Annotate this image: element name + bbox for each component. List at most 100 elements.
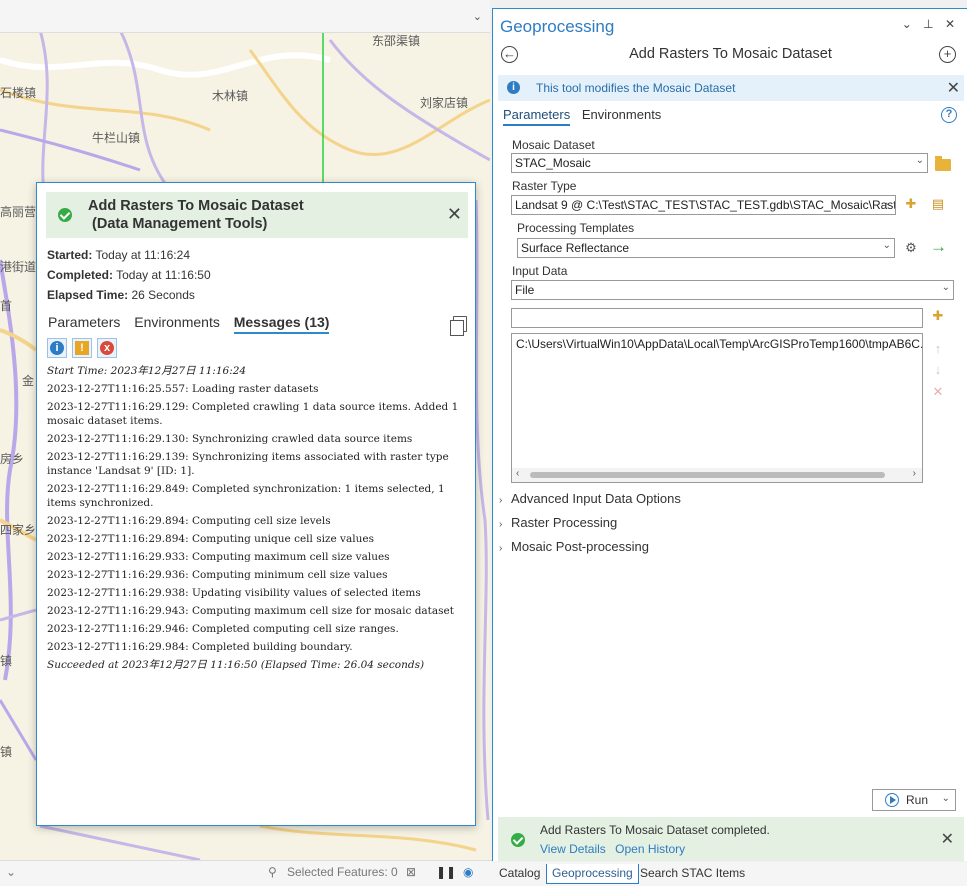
messages-list: Start Time: 2023年12月27日 11:16:24 2023-12… bbox=[47, 364, 471, 676]
run-button[interactable]: Run ⌄ bbox=[872, 789, 956, 811]
function-editor-icon[interactable]: ⚙ bbox=[903, 240, 919, 256]
completion-text: Add Rasters To Mosaic Dataset completed. bbox=[540, 823, 770, 837]
section-mosaic-post-processing[interactable]: › Mosaic Post-processing bbox=[499, 539, 649, 554]
input-data-select[interactable]: File ⌄ bbox=[511, 280, 954, 300]
chevron-right-icon: › bbox=[499, 519, 503, 530]
map-label: 高丽营 bbox=[0, 205, 37, 219]
message-line: 2023-12-27T11:16:29.130: Synchronizing c… bbox=[47, 433, 413, 445]
error-icon: x bbox=[100, 341, 114, 355]
move-up-icon[interactable]: ↑ bbox=[930, 341, 946, 357]
error-filter-button[interactable]: x bbox=[97, 338, 117, 358]
add-folder-icon[interactable]: ✚ bbox=[930, 308, 946, 324]
help-icon[interactable]: ? bbox=[941, 107, 957, 123]
message-line: 2023-12-27T11:16:25.557: Loading raster … bbox=[47, 383, 319, 395]
refresh-icon[interactable]: ⊠ bbox=[406, 865, 416, 879]
chevron-right-icon: › bbox=[499, 495, 503, 506]
popup-tabs: Parameters Environments Messages (13) bbox=[48, 314, 339, 334]
info-icon: i bbox=[50, 341, 64, 355]
input-data-list[interactable]: C:\Users\VirtualWin10\AppData\Local\Temp… bbox=[511, 333, 923, 483]
chevron-left-icon[interactable]: ‹ bbox=[516, 468, 519, 479]
processing-templates-label: Processing Templates bbox=[517, 221, 635, 235]
close-icon[interactable]: ✕ bbox=[447, 204, 462, 225]
popup-title: Add Rasters To Mosaic Dataset bbox=[88, 198, 304, 214]
horizontal-scrollbar[interactable]: ‹ › bbox=[512, 468, 922, 482]
chevron-right-icon[interactable]: › bbox=[913, 468, 916, 479]
started-row: Started: Today at 11:16:24 bbox=[47, 248, 190, 262]
section-raster-processing[interactable]: › Raster Processing bbox=[499, 515, 617, 530]
pin-icon[interactable]: ⊥ bbox=[923, 17, 933, 31]
chevron-down-icon: ⌄ bbox=[882, 240, 891, 251]
pause-icon[interactable]: ❚❚ bbox=[436, 865, 456, 879]
map-label: 首 bbox=[0, 299, 13, 313]
arrow-right-icon[interactable]: → bbox=[930, 238, 947, 255]
warning-filter-button[interactable]: ! bbox=[72, 338, 92, 358]
tab-catalog[interactable]: Catalog bbox=[494, 864, 545, 884]
path-input[interactable] bbox=[511, 308, 923, 328]
play-icon bbox=[885, 793, 899, 807]
map-label: 石楼镇 bbox=[0, 86, 37, 100]
processing-templates-select[interactable]: Surface Reflectance ⌄ bbox=[517, 238, 895, 258]
selection-icon: ⚲ bbox=[268, 865, 277, 879]
tab-parameters[interactable]: Parameters bbox=[48, 314, 120, 330]
copy-icon[interactable] bbox=[450, 316, 467, 336]
message-line: 2023-12-27T11:16:29.946: Completed compu… bbox=[47, 623, 399, 635]
status-bar: ⌄ ⚲ Selected Features: 0 ⊠ ❚❚ ◉ bbox=[0, 860, 492, 886]
mosaic-dataset-label: Mosaic Dataset bbox=[512, 138, 595, 152]
popup-subtitle: (Data Management Tools) bbox=[88, 216, 268, 232]
chevron-right-icon: › bbox=[499, 543, 503, 554]
map-top-bar: ⌄ bbox=[0, 0, 490, 33]
message-line: 2023-12-27T11:16:29.894: Computing uniqu… bbox=[47, 533, 374, 545]
message-line: 2023-12-27T11:16:29.943: Computing maxim… bbox=[47, 605, 454, 617]
add-raster-type-icon[interactable]: ✚ bbox=[903, 196, 919, 212]
mosaic-dataset-select[interactable]: STAC_Mosaic ⌄ bbox=[511, 153, 928, 173]
info-text: This tool modifies the Mosaic Dataset bbox=[536, 81, 736, 95]
chevron-down-icon: ⌄ bbox=[941, 282, 950, 293]
pane-tabs: Catalog Geoprocessing Search STAC Items bbox=[492, 862, 967, 886]
list-item[interactable]: C:\Users\VirtualWin10\AppData\Local\Temp… bbox=[516, 337, 922, 351]
popup-header: Add Rasters To Mosaic Dataset (Data Mana… bbox=[46, 192, 468, 238]
tool-details-popup: Add Rasters To Mosaic Dataset (Data Mana… bbox=[36, 182, 476, 826]
move-down-icon[interactable]: ↓ bbox=[930, 362, 946, 378]
chevron-down-icon[interactable]: ⌄ bbox=[473, 10, 482, 23]
drawing-icon[interactable]: ◉ bbox=[463, 865, 473, 879]
map-label: 镇 bbox=[0, 654, 13, 668]
pane-menu-icon[interactable]: ⌄ bbox=[902, 17, 912, 31]
close-icon[interactable]: ✕ bbox=[941, 829, 954, 849]
map-label: 房乡 bbox=[0, 452, 25, 466]
raster-type-select[interactable]: Landsat 9 @ C:\Test\STAC_TEST\STAC_TEST.… bbox=[511, 195, 896, 215]
message-line: Start Time: 2023年12月27日 11:16:24 bbox=[47, 365, 247, 377]
input-data-label: Input Data bbox=[512, 264, 568, 278]
raster-type-label: Raster Type bbox=[512, 179, 577, 193]
pane-title: Geoprocessing bbox=[500, 17, 615, 36]
tab-environments[interactable]: Environments bbox=[134, 314, 220, 330]
tab-environments[interactable]: Environments bbox=[582, 107, 661, 122]
close-icon[interactable]: ✕ bbox=[947, 78, 960, 98]
map-label: 四家乡 bbox=[0, 523, 37, 537]
chevron-down-icon[interactable]: ⌄ bbox=[942, 793, 950, 804]
map-label: 港街道 bbox=[0, 260, 37, 274]
open-history-link[interactable]: Open History bbox=[615, 842, 685, 856]
scroll-thumb[interactable] bbox=[530, 472, 885, 478]
close-icon[interactable]: ✕ bbox=[945, 17, 955, 31]
tab-search-stac-items[interactable]: Search STAC Items bbox=[635, 864, 750, 884]
section-advanced-input[interactable]: › Advanced Input Data Options bbox=[499, 491, 681, 506]
remove-icon[interactable]: ✕ bbox=[930, 384, 946, 400]
message-line: 2023-12-27T11:16:29.129: Completed crawl… bbox=[47, 401, 459, 427]
message-line: Succeeded at 2023年12月27日 11:16:50 (Elaps… bbox=[47, 659, 425, 671]
map-label: 东邵渠镇 bbox=[372, 34, 421, 48]
warning-icon: ! bbox=[75, 341, 89, 355]
tab-parameters[interactable]: Parameters bbox=[503, 107, 571, 126]
chevron-down-icon[interactable]: ⌄ bbox=[6, 865, 16, 879]
properties-icon[interactable]: ▤ bbox=[930, 196, 946, 212]
tab-messages[interactable]: Messages (13) bbox=[233, 314, 330, 334]
tab-geoprocessing[interactable]: Geoprocessing bbox=[546, 864, 639, 884]
info-filter-button[interactable]: i bbox=[47, 338, 67, 358]
pane-controls: ⌄ ⊥ ✕ bbox=[894, 17, 955, 31]
message-line: 2023-12-27T11:16:29.894: Computing cell … bbox=[47, 515, 331, 527]
info-bar: i This tool modifies the Mosaic Dataset … bbox=[498, 75, 964, 101]
chevron-down-icon: ⌄ bbox=[915, 155, 924, 166]
message-line: 2023-12-27T11:16:29.936: Computing minim… bbox=[47, 569, 388, 581]
message-line: 2023-12-27T11:16:29.849: Completed synch… bbox=[47, 483, 445, 509]
folder-icon[interactable] bbox=[935, 156, 951, 171]
view-details-link[interactable]: View Details bbox=[540, 842, 606, 856]
